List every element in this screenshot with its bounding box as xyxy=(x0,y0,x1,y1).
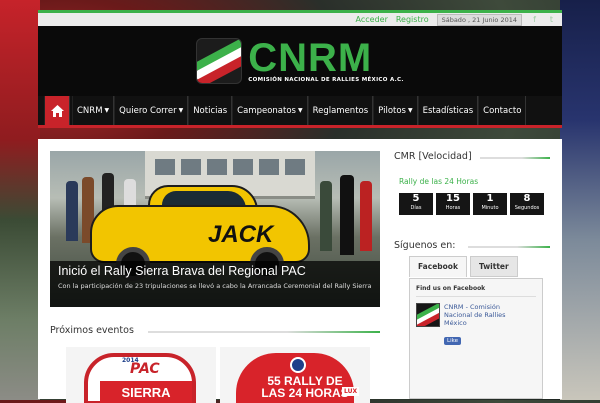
twitter-icon[interactable]: t xyxy=(547,15,556,24)
facebook-widget: Find us on Facebook CNRM - Comisión Naci… xyxy=(409,278,543,399)
facebook-page-name[interactable]: CNRM - Comisión Nacional de Rallies Méxi… xyxy=(444,303,514,327)
caret-down-icon: ▼ xyxy=(104,107,110,114)
divider xyxy=(468,246,550,248)
countdown-seconds: 8 Segundos xyxy=(510,193,544,215)
like-button[interactable]: Like xyxy=(444,337,461,345)
nav-item-noticias[interactable]: Noticias xyxy=(188,96,233,125)
divider xyxy=(480,157,550,159)
events-heading: Próximos eventos xyxy=(50,325,134,336)
background-left xyxy=(0,0,40,400)
logo-name: CNRM xyxy=(248,36,373,80)
countdown-event[interactable]: Rally de las 24 Horas xyxy=(399,177,478,186)
tab-facebook[interactable]: Facebook xyxy=(409,256,467,277)
caret-down-icon: ▼ xyxy=(407,107,413,114)
main-content: JACK Inició el Rally Sierra Brava del Re… xyxy=(38,139,562,403)
main-nav: CNRM ▼ Quiero Correr ▼ Noticias Campeonato… xyxy=(38,96,562,128)
nav-item-estadisticas[interactable]: Estadísticas xyxy=(417,96,479,125)
event-logo-text: PAC xyxy=(130,361,160,377)
event-logo: 2014 PAC SIERRA BRAVA xyxy=(84,353,196,403)
current-date: Sábado , 21 Junio 2014 xyxy=(436,13,522,26)
nav-item-cnrm[interactable]: CNRM ▼ xyxy=(72,96,115,125)
nav-item-quiero-correr[interactable]: Quiero Correr ▼ xyxy=(114,96,189,125)
site-logo[interactable]: CNRM COMISIÓN NACIONAL DE RALLIES MÉXICO… xyxy=(248,36,404,83)
home-button[interactable] xyxy=(44,96,70,125)
event-logo: 55 RALLY DE LAS 24 HORAS LUX xyxy=(236,353,360,403)
caret-down-icon: ▼ xyxy=(178,107,184,114)
countdown-hours: 15 Horas xyxy=(436,193,470,215)
background-right xyxy=(560,0,600,400)
event-card-24-horas[interactable]: 55 RALLY DE LAS 24 HORAS LUX xyxy=(220,347,370,403)
event-line2: LAS 24 HORAS xyxy=(261,386,349,400)
news-slider[interactable]: JACK Inició el Rally Sierra Brava del Re… xyxy=(50,151,380,307)
nav-item-reglamentos[interactable]: Reglamentos xyxy=(307,96,374,125)
slide-title[interactable]: Inició el Rally Sierra Brava del Regiona… xyxy=(58,265,372,278)
event-sponsor: LUX xyxy=(342,387,360,396)
countdown-minutes: 1 Minuto xyxy=(473,193,507,215)
slide-caption: Inició el Rally Sierra Brava del Regiona… xyxy=(50,261,380,307)
social-heading: Síguenos en: xyxy=(394,240,456,251)
flag-logo-icon[interactable] xyxy=(196,38,243,84)
car-sponsor: JACK xyxy=(208,221,274,248)
social-tabs: Facebook Twitter xyxy=(409,256,518,277)
register-link[interactable]: Registro xyxy=(396,15,429,24)
slide-excerpt: Con la participación de 23 tripulaciones… xyxy=(58,282,372,290)
login-link[interactable]: Acceder xyxy=(356,15,388,24)
nav-item-contacto[interactable]: Contacto xyxy=(478,96,527,125)
logo-subtitle: COMISIÓN NACIONAL DE RALLIES MÉXICO A.C. xyxy=(248,77,404,83)
facebook-find-us: Find us on Facebook xyxy=(416,285,536,297)
page-logo-icon[interactable] xyxy=(416,303,440,327)
tab-twitter[interactable]: Twitter xyxy=(469,256,518,277)
home-icon xyxy=(50,104,64,117)
countdown-heading: CMR [Velocidad] xyxy=(394,151,472,162)
nav-item-pilotos[interactable]: Pilotos ▼ xyxy=(373,96,418,125)
top-bar: Acceder Registro Sábado , 21 Junio 2014 … xyxy=(38,10,562,26)
facebook-icon[interactable]: f xyxy=(530,15,539,24)
nav-item-campeonatos[interactable]: Campeonatos ▼ xyxy=(232,96,308,125)
countdown-days: 5 Días xyxy=(399,193,433,215)
divider xyxy=(148,331,380,333)
event-card-sierra-brava[interactable]: 2014 PAC SIERRA BRAVA xyxy=(66,347,216,403)
site-header: CNRM COMISIÓN NACIONAL DE RALLIES MÉXICO… xyxy=(38,26,562,96)
caret-down-icon: ▼ xyxy=(297,107,303,114)
